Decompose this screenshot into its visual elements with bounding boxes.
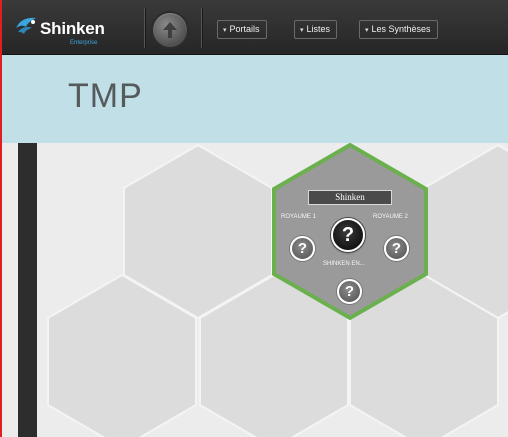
window-edge-marker [0,0,2,437]
node-item-label: ROYAUME 2 [373,214,408,220]
shinken-logo[interactable]: Shinken Enterprise [14,10,140,46]
page-header-band: TMP [2,55,508,143]
app-root: Shinken Enterprise ▾ Portails ▾ Listes ▾ Le… [0,0,508,437]
caret-down-icon: ▾ [365,27,369,34]
logo-subtext: Enterprise [70,40,98,46]
menu-listes-button[interactable]: ▾ Listes [294,20,338,39]
menu-listes-label: Listes [306,24,331,34]
node-item-label: SHINKEN EN... [323,261,365,267]
home-up-button[interactable] [153,13,187,47]
caret-down-icon: ▾ [223,27,227,34]
question-icon[interactable]: ? [384,236,409,261]
node-item-label: ROYAUME 1 [281,214,316,220]
arrow-up-icon [163,22,177,38]
caret-down-icon: ▾ [300,27,304,34]
menu-portails-label: Portails [229,24,260,34]
question-icon[interactable]: ? [290,236,315,261]
side-column [18,143,37,437]
hexmap-view [2,143,508,437]
page-title: TMP [68,77,143,115]
nav-separator [201,8,202,48]
nav-separator [144,8,145,48]
hexmap-canvas [37,143,508,437]
menu-portails-button[interactable]: ▾ Portails [217,20,267,39]
question-icon[interactable]: ? [331,218,365,252]
question-icon[interactable]: ? [337,279,362,304]
menu-syntheses-label: Les Synthèses [371,24,431,34]
menu-syntheses-button[interactable]: ▾ Les Synthèses [359,20,438,39]
node-title[interactable]: Shinken [308,190,392,205]
logo-text: Shinken [40,19,105,38]
top-navbar: Shinken Enterprise ▾ Portails ▾ Listes ▾ Le… [2,0,508,55]
shinken-logo-icon [16,17,36,34]
hex-grid [47,143,508,437]
